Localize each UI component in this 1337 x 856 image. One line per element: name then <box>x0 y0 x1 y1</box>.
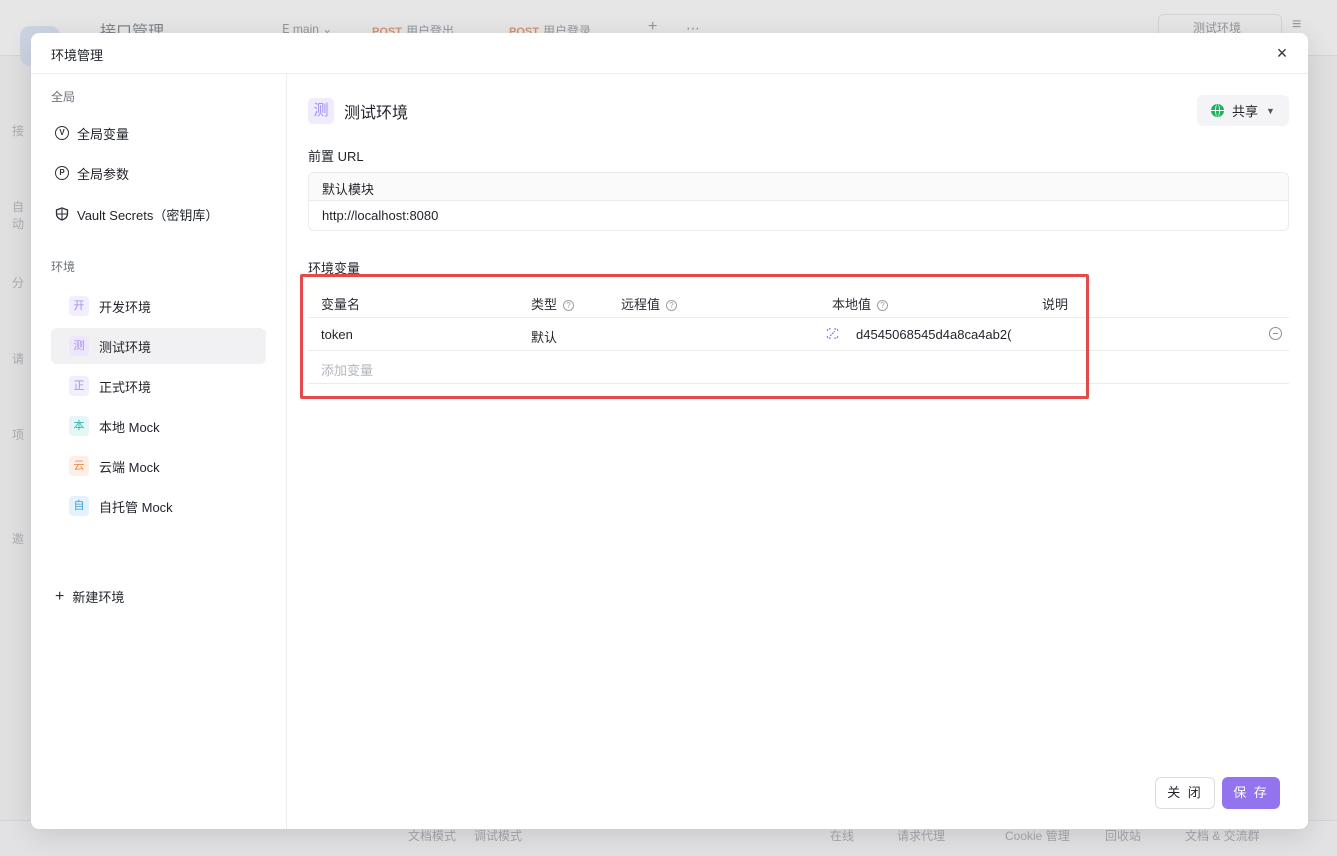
save-button[interactable]: 保 存 <box>1222 777 1280 809</box>
environment-management-dialog: 环境管理 × 全局 V 全局变量 P 全局参数 Vault Secrets（密钥… <box>31 33 1308 829</box>
table-header: 变量名 类型? 远程值? 本地值? 说明 <box>308 285 1289 318</box>
new-environment-button[interactable]: + 新建环境 <box>55 587 124 606</box>
env-item-label: 开发环境 <box>99 299 152 315</box>
global-variables-item[interactable]: V 全局变量 <box>55 121 129 145</box>
env-vars-label: 环境变量 <box>308 261 361 276</box>
share-label: 共享 <box>1232 104 1259 119</box>
table-row: token 默认 d4545068545d4a8ca4ab2( <box>308 318 1289 351</box>
header-local: 本地值? <box>832 294 889 313</box>
global-section-label: 全局 <box>51 90 76 104</box>
env-item-label: 测试环境 <box>99 339 152 355</box>
link-icon[interactable] <box>826 327 839 340</box>
prefix-url-label: 前置 URL <box>308 149 364 164</box>
env-vars-table: 变量名 类型? 远程值? 本地值? 说明 token 默认 d454506854… <box>308 285 1289 384</box>
shield-icon <box>55 207 69 221</box>
env-badge: 正 <box>69 376 89 396</box>
help-icon: ? <box>877 300 889 311</box>
env-badge: 本 <box>69 416 89 436</box>
env-header: 测 测试环境 <box>308 98 408 124</box>
env-badge: 测 <box>69 336 89 356</box>
header-type: 类型? <box>531 294 575 313</box>
close-icon[interactable]: × <box>1270 41 1294 65</box>
environment-sidebar: 全局 V 全局变量 P 全局参数 Vault Secrets（密钥库） 环境 开… <box>31 74 287 829</box>
plus-icon: + <box>55 587 65 605</box>
env-item-label: 云端 Mock <box>99 459 160 475</box>
env-header-badge: 测 <box>308 98 334 124</box>
env-item-label: 本地 Mock <box>99 419 160 435</box>
close-button[interactable]: 关 闭 <box>1155 777 1215 809</box>
env-item-label: 正式环境 <box>99 379 152 395</box>
header-remote: 远程值? <box>621 294 678 313</box>
env-badge: 开 <box>69 296 89 316</box>
new-environment-label: 新建环境 <box>72 590 125 605</box>
global-params-item[interactable]: P 全局参数 <box>55 161 129 185</box>
header-desc: 说明 <box>1042 297 1069 312</box>
dialog-title: 环境管理 <box>51 48 104 63</box>
env-item-label: 自托管 Mock <box>99 499 173 515</box>
env-badge: 云 <box>69 456 89 476</box>
env-badge: 自 <box>69 496 89 516</box>
add-variable-input[interactable]: 添加变量 <box>321 360 373 379</box>
global-item-label: 全局变量 <box>77 126 130 142</box>
share-button[interactable]: 共享 ▼ <box>1197 95 1289 126</box>
env-item-local-mock[interactable]: 本 本地 Mock <box>51 408 266 444</box>
chevron-down-icon: ▼ <box>1266 105 1275 116</box>
env-item-prod[interactable]: 正 正式环境 <box>51 368 266 404</box>
env-item-dev[interactable]: 开 开发环境 <box>51 288 266 324</box>
header-name: 变量名 <box>321 297 361 312</box>
env-item-cloud-mock[interactable]: 云 云端 Mock <box>51 448 266 484</box>
env-item-test[interactable]: 测 测试环境 <box>51 328 266 364</box>
prefix-url-box: 默认模块 http://localhost:8080 <box>308 172 1289 231</box>
var-remote-input[interactable] <box>621 327 811 343</box>
globe-icon <box>1211 104 1225 117</box>
var-type-select[interactable]: 默认 <box>531 327 557 346</box>
help-icon: ? <box>666 300 678 311</box>
parameter-icon: P <box>55 166 69 180</box>
env-item-self-hosted-mock[interactable]: 自 自托管 Mock <box>51 488 266 524</box>
environment-detail: 测 测试环境 共享 ▼ 前置 URL 默认模块 http://localhost… <box>288 74 1308 829</box>
dialog-header: 环境管理 × <box>31 33 1308 74</box>
var-name-input[interactable]: token <box>321 327 353 342</box>
help-icon: ? <box>563 300 575 311</box>
global-item-label: Vault Secrets（密钥库） <box>77 207 219 223</box>
module-name: 默认模块 <box>309 173 1288 201</box>
module-url-input[interactable]: http://localhost:8080 <box>309 201 1288 223</box>
variable-icon: V <box>55 126 69 140</box>
var-desc-input[interactable] <box>1042 327 1242 343</box>
env-section-label: 环境 <box>51 260 76 274</box>
global-item-label: 全局参数 <box>77 166 130 182</box>
env-name: 测试环境 <box>344 105 409 122</box>
var-local-input[interactable]: d4545068545d4a8ca4ab2( <box>856 327 1018 342</box>
table-row-add: 添加变量 <box>308 351 1289 384</box>
vault-secrets-item[interactable]: Vault Secrets（密钥库） <box>55 202 218 226</box>
remove-row-icon[interactable] <box>1269 327 1282 340</box>
